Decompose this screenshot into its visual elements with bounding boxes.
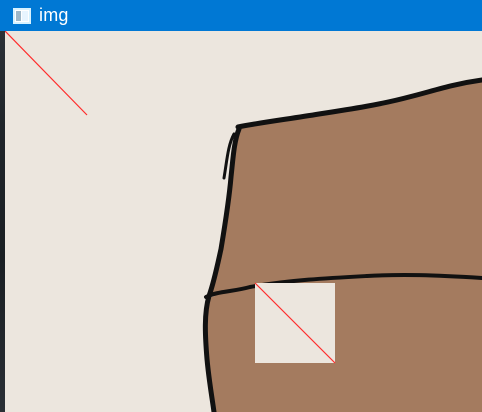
window-titlebar[interactable]: img (0, 0, 482, 31)
window-title: img (39, 5, 69, 25)
image-window-icon (13, 7, 31, 24)
brown-object-lower (204, 275, 482, 412)
image-canvas[interactable] (5, 31, 482, 412)
image-viewer-window: img (0, 0, 482, 412)
drawing-svg (5, 31, 482, 412)
